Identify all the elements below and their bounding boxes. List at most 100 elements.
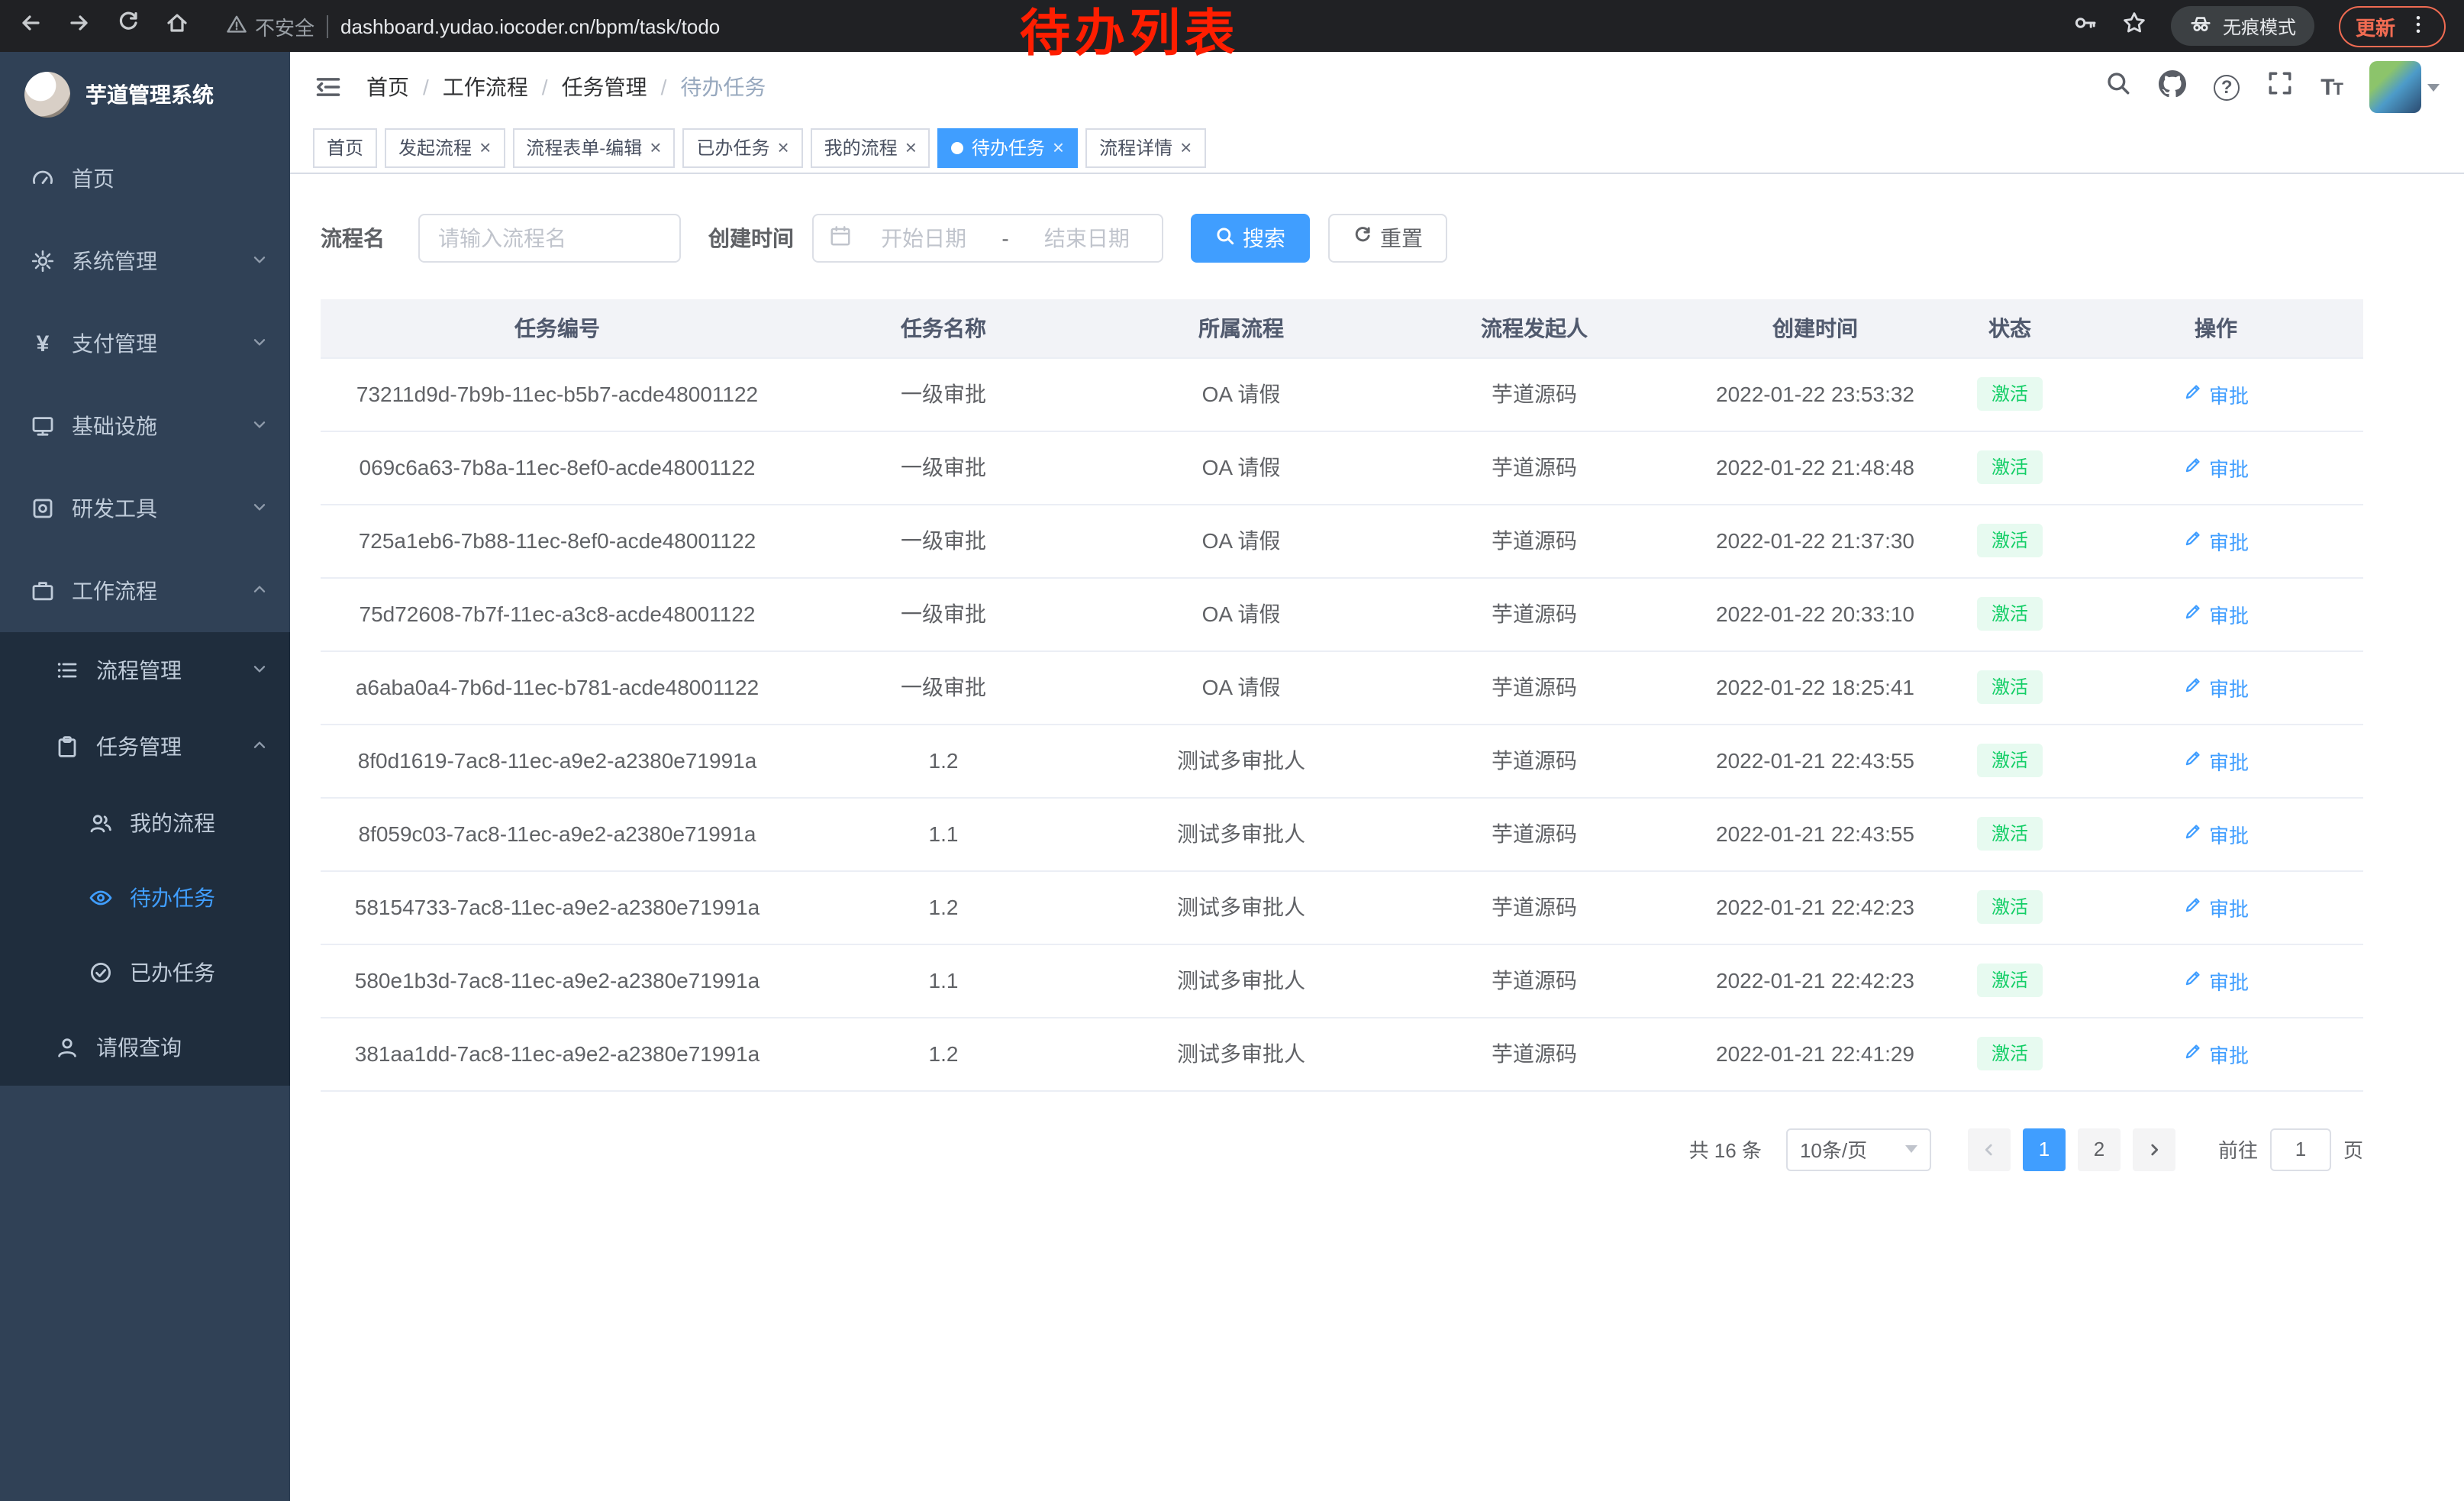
- search-button-label: 搜索: [1243, 223, 1285, 253]
- close-tab-icon[interactable]: [1180, 137, 1192, 157]
- tab-todo-tasks[interactable]: 待办任务: [938, 128, 1078, 167]
- search-icon[interactable]: [2105, 70, 2131, 104]
- close-tab-icon[interactable]: [777, 137, 789, 157]
- help-icon[interactable]: [2214, 74, 2240, 100]
- tab-process-detail[interactable]: 流程详情: [1085, 128, 1205, 167]
- sidebar-item-system[interactable]: 系统管理: [0, 220, 290, 302]
- home-icon[interactable]: [165, 10, 189, 42]
- github-icon[interactable]: [2159, 69, 2186, 105]
- approve-label: 审批: [2209, 453, 2249, 482]
- status-badge: 激活: [1978, 524, 2042, 557]
- prev-page-button[interactable]: [1968, 1128, 2011, 1170]
- user-menu[interactable]: [2369, 61, 2440, 113]
- security-chip[interactable]: 不安全: [226, 11, 314, 40]
- approve-link[interactable]: 审批: [2183, 379, 2249, 408]
- sidebar-item-todo-tasks[interactable]: 待办任务: [0, 860, 290, 934]
- table-row: 8f0d1619-7ac8-11ec-a9e2-a2380e71991a 1.2…: [321, 724, 2363, 797]
- sidebar-item-done-tasks[interactable]: 已办任务: [0, 934, 290, 1009]
- sidebar-item-home[interactable]: 首页: [0, 137, 290, 220]
- navbar-right: [2105, 61, 2440, 113]
- cell-process: OA 请假: [1093, 431, 1389, 504]
- table-row: 73211d9d-7b9b-11ec-b5b7-acde48001122 一级审…: [321, 357, 2363, 431]
- tab-label: 首页: [327, 134, 363, 160]
- cell-created: 2022-01-21 22:42:23: [1679, 870, 1951, 944]
- reload-icon[interactable]: [116, 10, 140, 42]
- cell-task-id: 8f059c03-7ac8-11ec-a9e2-a2380e71991a: [321, 797, 794, 870]
- sidebar-item-task-mgmt[interactable]: 任务管理: [0, 709, 290, 785]
- font-size-icon[interactable]: [2320, 74, 2342, 100]
- cell-task-name: 1.1: [794, 944, 1093, 1017]
- sidebar-item-process-mgmt[interactable]: 流程管理: [0, 632, 290, 709]
- chevron-down-icon: [250, 414, 269, 438]
- breadcrumb-home[interactable]: 首页: [366, 72, 443, 102]
- next-page-button[interactable]: [2133, 1128, 2175, 1170]
- gear-icon: [31, 249, 55, 273]
- approve-link[interactable]: 审批: [2183, 966, 2249, 995]
- sidebar-item-infra[interactable]: 基础设施: [0, 385, 290, 467]
- address-divider: [327, 15, 328, 37]
- sidebar-item-label: 研发工具: [72, 493, 157, 524]
- active-dot: [952, 141, 964, 153]
- filter-bar: 流程名 创建时间 开始日期 - 结束日期 搜索 重: [321, 214, 2464, 263]
- goto-label: 前往: [2218, 1135, 2258, 1164]
- status-badge: 激活: [1978, 450, 2042, 484]
- sidebar-fold-icon[interactable]: [314, 73, 342, 101]
- goto-suffix: 页: [2343, 1135, 2363, 1164]
- back-icon[interactable]: [18, 10, 43, 42]
- search-button[interactable]: 搜索: [1191, 214, 1310, 263]
- logo-avatar: [24, 72, 70, 118]
- forward-icon[interactable]: [67, 10, 92, 42]
- reset-button-label: 重置: [1380, 223, 1423, 253]
- sidebar-item-payment[interactable]: 支付管理: [0, 302, 290, 385]
- refresh-icon: [1353, 226, 1372, 250]
- bookmark-star-icon[interactable]: [2122, 10, 2146, 42]
- approve-link[interactable]: 审批: [2183, 746, 2249, 775]
- sidebar-item-my-process[interactable]: 我的流程: [0, 785, 290, 860]
- breadcrumb-workflow[interactable]: 工作流程: [443, 72, 562, 102]
- cell-task-name: 一级审批: [794, 357, 1093, 431]
- fullscreen-icon[interactable]: [2267, 70, 2293, 104]
- page-button-1[interactable]: 1: [2023, 1128, 2066, 1170]
- approve-link[interactable]: 审批: [2183, 526, 2249, 555]
- sidebar-item-label: 流程管理: [96, 655, 182, 686]
- goto-page-input[interactable]: [2270, 1128, 2331, 1170]
- approve-link[interactable]: 审批: [2183, 673, 2249, 702]
- approve-link[interactable]: 审批: [2183, 819, 2249, 848]
- approve-link[interactable]: 审批: [2183, 893, 2249, 922]
- close-tab-icon[interactable]: [479, 137, 491, 157]
- approve-link[interactable]: 审批: [2183, 1039, 2249, 1068]
- process-name-input[interactable]: [418, 214, 681, 263]
- cell-initiator: 芋道源码: [1389, 724, 1679, 797]
- avatar[interactable]: [2369, 61, 2421, 113]
- close-tab-icon[interactable]: [905, 137, 917, 157]
- approve-link[interactable]: 审批: [2183, 599, 2249, 628]
- tab-my-process[interactable]: 我的流程: [811, 128, 930, 167]
- key-icon[interactable]: [2073, 10, 2098, 42]
- tab-form-edit[interactable]: 流程表单-编辑: [512, 128, 675, 167]
- sidebar-item-label: 基础设施: [72, 411, 157, 441]
- browser-menu-icon[interactable]: [2408, 13, 2429, 39]
- sidebar-item-workflow[interactable]: 工作流程: [0, 550, 290, 632]
- breadcrumb-task-mgmt[interactable]: 任务管理: [562, 72, 681, 102]
- cell-process: OA 请假: [1093, 504, 1389, 577]
- sidebar-item-devtools[interactable]: 研发工具: [0, 467, 290, 550]
- close-tab-icon[interactable]: [1053, 137, 1064, 157]
- cell-initiator: 芋道源码: [1389, 944, 1679, 1017]
- sidebar-item-label: 系统管理: [72, 246, 157, 276]
- tab-start-process[interactable]: 发起流程: [385, 128, 505, 167]
- edit-icon: [2183, 528, 2203, 553]
- tab-done-tasks[interactable]: 已办任务: [682, 128, 802, 167]
- tab-home[interactable]: 首页: [313, 128, 377, 167]
- approve-link[interactable]: 审批: [2183, 453, 2249, 482]
- page-button-2[interactable]: 2: [2078, 1128, 2121, 1170]
- page-size-select[interactable]: 10条/页: [1786, 1128, 1931, 1170]
- reset-button[interactable]: 重置: [1328, 214, 1447, 263]
- url-text: dashboard.yudao.iocoder.cn/bpm/task/todo: [340, 15, 720, 37]
- edit-icon: [2183, 895, 2203, 919]
- sidebar-item-leave-query[interactable]: 请假查询: [0, 1009, 290, 1086]
- address-bar[interactable]: 不安全 dashboard.yudao.iocoder.cn/bpm/task/…: [226, 11, 720, 40]
- date-range-picker[interactable]: 开始日期 - 结束日期: [812, 214, 1163, 263]
- update-button[interactable]: 更新: [2339, 5, 2446, 47]
- close-tab-icon[interactable]: [650, 137, 661, 157]
- tab-label: 已办任务: [696, 134, 769, 160]
